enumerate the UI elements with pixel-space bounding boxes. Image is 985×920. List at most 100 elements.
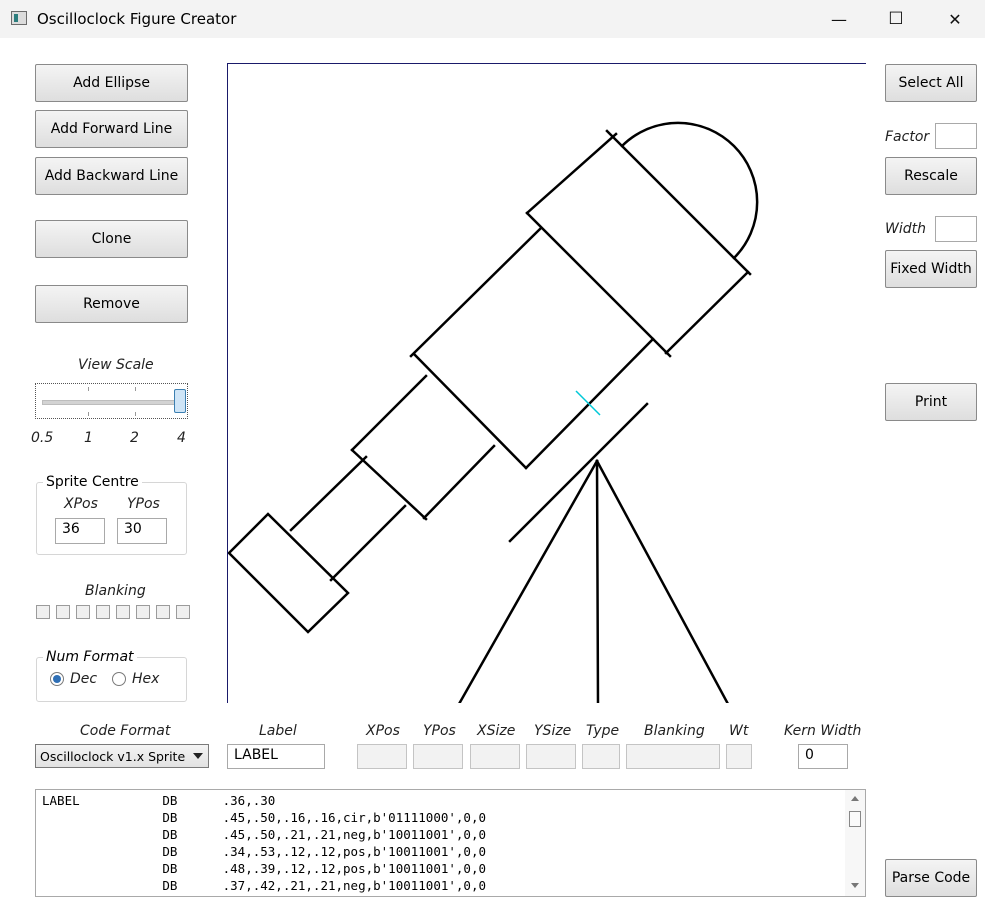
xpos-field-label: XPos [366, 723, 400, 739]
label-field-label: Label [259, 723, 297, 739]
view-scale-slider[interactable] [35, 383, 188, 419]
mount-bar [508, 402, 649, 543]
slider-track [42, 400, 180, 405]
tripod-leg [595, 459, 729, 703]
sprite-ypos-label: YPos [127, 496, 160, 512]
eyepiece-cap [228, 512, 350, 634]
scroll-up-icon[interactable] [851, 796, 859, 801]
drawing-canvas[interactable] [227, 63, 866, 703]
dec-radio[interactable] [50, 672, 64, 686]
fixed-width-button[interactable]: Fixed Width [885, 250, 977, 288]
code-format-select[interactable]: Oscilloclock v1.x Sprite [35, 744, 209, 768]
tube-edge [525, 132, 618, 215]
code-line: DB .45,.50,.16,.16,cir,b'01111000',0,0 [42, 810, 487, 825]
ypos-field-label: YPos [423, 723, 456, 739]
tube-edge [422, 444, 496, 520]
view-scale-label: View Scale [78, 357, 154, 373]
remove-button[interactable]: Remove [35, 285, 188, 323]
kern-width-input[interactable]: 0 [798, 744, 848, 769]
kern-width-label: Kern Width [784, 723, 862, 739]
code-format-value: Oscilloclock v1.x Sprite [40, 749, 186, 764]
blanking-bit-2[interactable] [76, 605, 90, 619]
slider-tick [88, 412, 89, 416]
type-field-label: Type [586, 723, 620, 739]
slider-tick [135, 387, 136, 391]
code-line: DB .45,.50,.21,.21,neg,b'10011001',0,0 [42, 827, 487, 842]
slider-thumb[interactable] [174, 389, 186, 413]
blanking-bit-3[interactable] [96, 605, 110, 619]
view-scale-tick-2: 2 [130, 430, 139, 446]
sprite-drawing [228, 121, 759, 703]
wt-input[interactable] [726, 744, 752, 769]
blanking-input[interactable] [626, 744, 720, 769]
factor-label: Factor [885, 129, 930, 145]
code-scrollbar[interactable] [845, 790, 865, 896]
scroll-thumb[interactable] [849, 811, 861, 827]
xsize-field-label: XSize [477, 723, 516, 739]
rescale-button[interactable]: Rescale [885, 157, 977, 195]
ypos-input[interactable] [413, 744, 463, 769]
clone-button[interactable]: Clone [35, 220, 188, 258]
blanking-label: Blanking [85, 583, 146, 599]
sprite-centre-title: Sprite Centre [43, 474, 142, 490]
add-ellipse-button[interactable]: Add Ellipse [35, 64, 188, 102]
minimize-button[interactable]: — [816, 4, 862, 34]
close-button[interactable]: ✕ [932, 4, 978, 34]
window-title: Oscilloclock Figure Creator [37, 10, 237, 28]
width-label: Width [885, 221, 926, 237]
app-icon [11, 11, 27, 25]
type-input[interactable] [582, 744, 620, 769]
view-scale-tick-1: 1 [84, 430, 93, 446]
slider-tick [88, 387, 89, 391]
ysize-field-label: YSize [534, 723, 572, 739]
dec-radio-label[interactable]: Dec [70, 671, 97, 687]
width-input[interactable] [935, 216, 977, 242]
ysize-input[interactable] [526, 744, 576, 769]
code-line: DB .48,.39,.12,.12,pos,b'10011001',0,0 [42, 861, 487, 876]
hex-radio[interactable] [112, 672, 126, 686]
add-backward-line-button[interactable]: Add Backward Line [35, 157, 188, 195]
tripod-leg [595, 459, 600, 703]
num-format-title: Num Format [43, 649, 137, 665]
hex-radio-label[interactable]: Hex [132, 671, 159, 687]
blanking-bit-0[interactable] [36, 605, 50, 619]
add-forward-line-button[interactable]: Add Forward Line [35, 110, 188, 148]
scroll-down-icon[interactable] [851, 883, 859, 888]
tube-edge [525, 211, 672, 358]
blanking-field-label: Blanking [644, 723, 705, 739]
maximize-button[interactable]: ☐ [873, 4, 919, 34]
parse-code-button[interactable]: Parse Code [885, 859, 977, 897]
select-all-button[interactable]: Select All [885, 64, 977, 102]
blanking-bit-5[interactable] [136, 605, 150, 619]
view-scale-tick-3: 4 [177, 430, 186, 446]
xpos-input[interactable] [357, 744, 407, 769]
view-scale-tick-0: 0.5 [31, 430, 54, 446]
tube-edge [409, 226, 543, 358]
tube-edge [289, 455, 368, 532]
sprite-xpos-label: XPos [64, 496, 98, 512]
sprite-ypos-input[interactable]: 30 [117, 518, 167, 544]
sprite-xpos-input[interactable]: 36 [55, 518, 105, 544]
dome-arc [620, 121, 759, 260]
code-line: LABEL DB .36,.30 [42, 793, 276, 808]
tube-edge [664, 270, 750, 355]
tube-edge [329, 504, 407, 582]
xsize-input[interactable] [470, 744, 520, 769]
blanking-bit-1[interactable] [56, 605, 70, 619]
chevron-down-icon [193, 753, 203, 759]
factor-input[interactable] [935, 123, 977, 149]
tripod-leg [458, 459, 599, 703]
code-textarea[interactable]: LABEL DB .36,.30 DB .45,.50,.16,.16,cir,… [35, 789, 866, 897]
slider-tick [135, 412, 136, 416]
code-line: DB .34,.53,.12,.12,pos,b'10011001',0,0 [42, 844, 487, 859]
tube-edge [412, 352, 528, 470]
sprite-centre-marker [575, 390, 601, 416]
print-button[interactable]: Print [885, 383, 977, 421]
blanking-bit-7[interactable] [176, 605, 190, 619]
code-format-label: Code Format [80, 723, 171, 739]
label-input[interactable]: LABEL [227, 744, 325, 769]
code-line: DB .37,.42,.21,.21,neg,b'10011001',0,0 [42, 878, 487, 893]
tube-edge [605, 129, 752, 276]
blanking-bit-4[interactable] [116, 605, 130, 619]
blanking-bit-6[interactable] [156, 605, 170, 619]
